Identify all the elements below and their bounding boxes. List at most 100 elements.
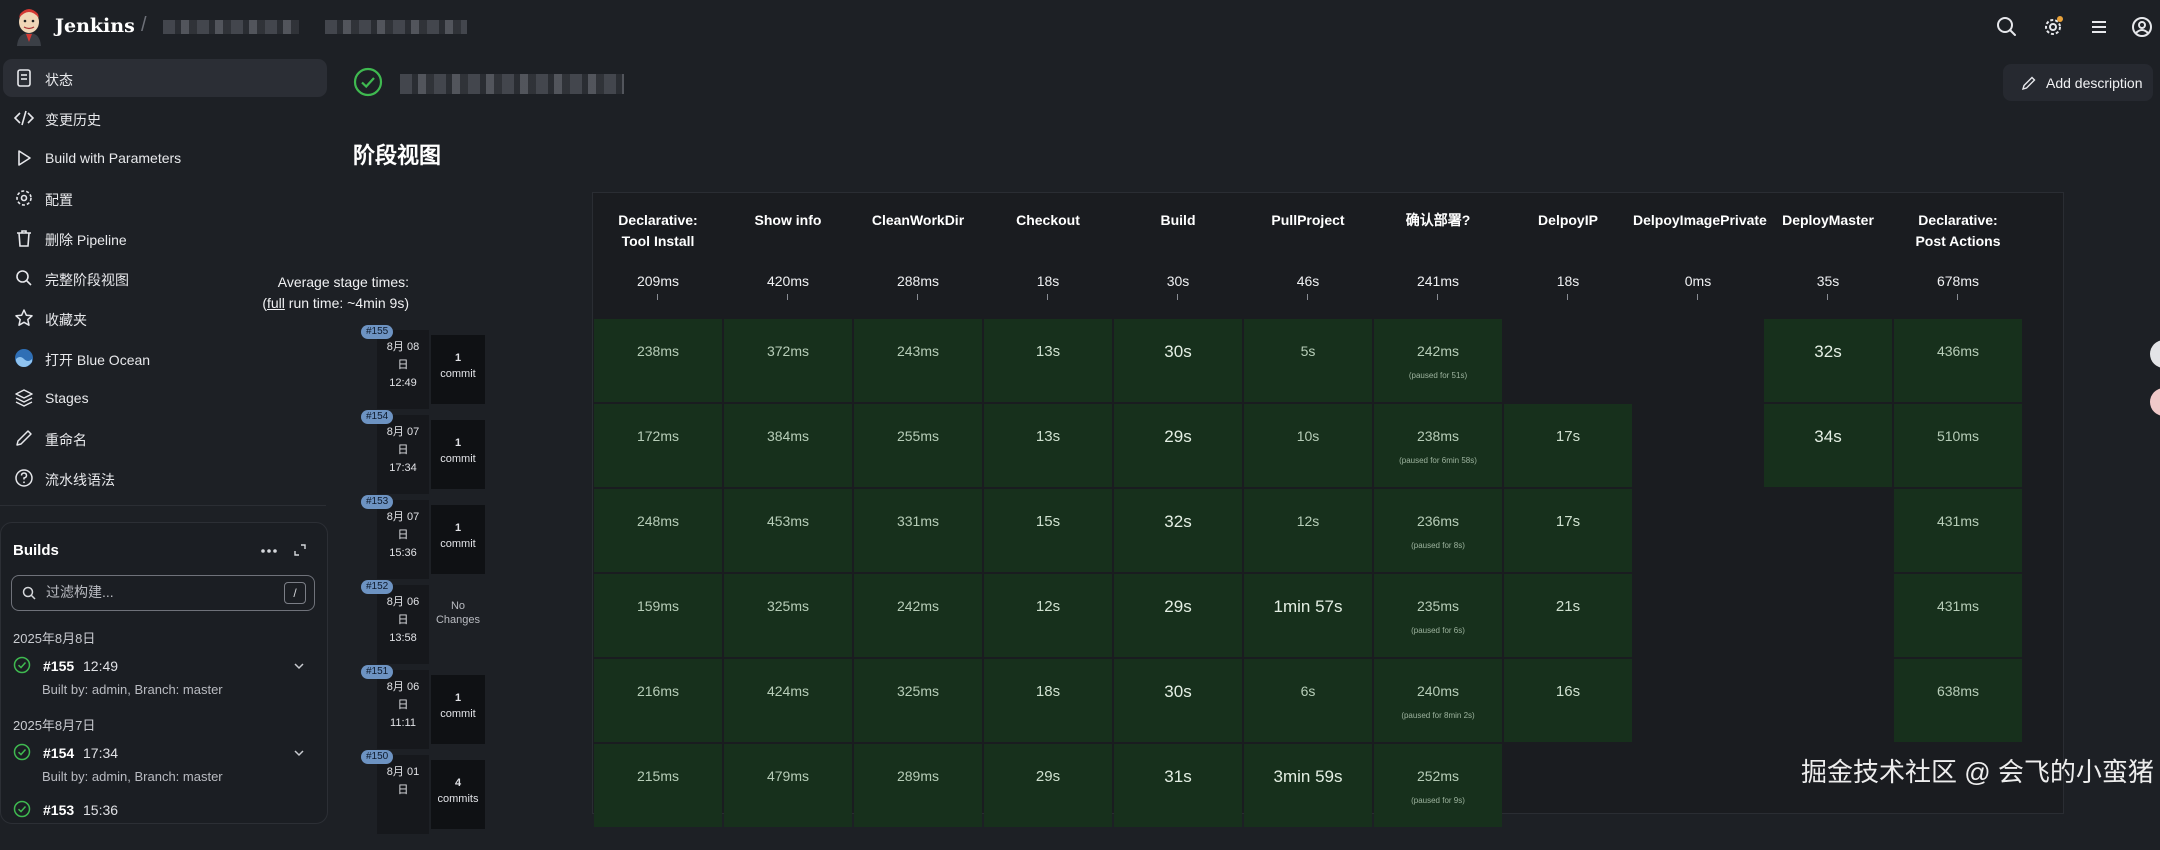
stage-cell[interactable]: 6s [1244, 659, 1372, 742]
add-description-button[interactable]: Add description [2003, 64, 2153, 101]
stage-cell[interactable]: 243ms [854, 319, 982, 402]
stage-cell[interactable]: 255ms [854, 404, 982, 487]
run-badge[interactable]: #154 [361, 410, 394, 424]
chevron-down-icon[interactable] [293, 660, 305, 672]
stage-cell[interactable]: 240ms (paused for 8min 2s) [1374, 659, 1502, 742]
breadcrumb-job-redacted[interactable] [325, 20, 467, 34]
stage-cell[interactable]: 431ms [1894, 574, 2022, 657]
stage-cell[interactable]: 236ms (paused for 8s) [1374, 489, 1502, 572]
stage-cell[interactable]: 30s [1114, 659, 1242, 742]
stage-cell[interactable]: 13s [984, 319, 1112, 402]
sidebar-item-build-with-parameters[interactable]: Build with Parameters [3, 139, 327, 177]
stage-cell[interactable]: 215ms [594, 744, 722, 827]
stage-cell[interactable]: 15s [984, 489, 1112, 572]
sidebar-item-delete-pipeline[interactable]: 删除 Pipeline [3, 219, 327, 257]
sidebar-item-status[interactable]: 状态 [3, 59, 327, 97]
stage-cell[interactable]: 252ms (paused for 9s) [1374, 744, 1502, 827]
stage-cell[interactable]: 238ms (paused for 6min 58s) [1374, 404, 1502, 487]
run-badge[interactable]: #155 [361, 325, 394, 339]
stage-cell[interactable]: 17s [1504, 404, 1632, 487]
stage-cell[interactable]: 479ms [724, 744, 852, 827]
stage-cell[interactable]: 34s [1764, 404, 1892, 487]
stage-cell[interactable]: 238ms [594, 319, 722, 402]
run-changes[interactable]: 1 commit [431, 675, 485, 744]
stage-cell[interactable]: 32s [1764, 319, 1892, 402]
stage-cell[interactable]: 12s [1244, 489, 1372, 572]
stage-cell[interactable]: 235ms (paused for 6s) [1374, 574, 1502, 657]
stage-cell[interactable]: 424ms [724, 659, 852, 742]
stage-cell[interactable]: 10s [1244, 404, 1372, 487]
run-changes[interactable]: 1 commit [431, 335, 485, 404]
sidebar-item-configure[interactable]: 配置 [3, 179, 327, 217]
build-item[interactable]: #155 12:49 Built by: admin, Branch: mast… [13, 656, 313, 706]
builds-filter[interactable]: / [11, 575, 315, 611]
stage-cell[interactable]: 30s [1114, 319, 1242, 402]
chevron-down-icon[interactable] [293, 747, 305, 759]
stage-cell[interactable]: 17s [1504, 489, 1632, 572]
breadcrumb-folder-redacted[interactable] [163, 20, 299, 34]
stage-cell[interactable]: 372ms [724, 319, 852, 402]
sidebar-item-stages[interactable]: Stages [3, 379, 327, 417]
run-badge[interactable]: #153 [361, 495, 394, 509]
stage-cell[interactable]: 29s [1114, 574, 1242, 657]
stage-cell[interactable]: 289ms [854, 744, 982, 827]
stage-cell[interactable]: 431ms [1894, 489, 2022, 572]
build-number[interactable]: #154 [43, 745, 74, 761]
search-icon[interactable] [1993, 13, 2021, 41]
side-scroll-handle[interactable] [2150, 340, 2160, 368]
run-badge[interactable]: #152 [361, 580, 394, 594]
stage-cell[interactable]: 29s [984, 744, 1112, 827]
stage-cell[interactable]: 172ms [594, 404, 722, 487]
stage-cell[interactable]: 21s [1504, 574, 1632, 657]
run-badge[interactable]: #151 [361, 665, 394, 679]
stage-cell[interactable]: 5s [1244, 319, 1372, 402]
menu-icon[interactable] [2085, 13, 2113, 41]
build-item[interactable]: #154 17:34 Built by: admin, Branch: mast… [13, 743, 313, 793]
full-run-link[interactable]: full [267, 295, 285, 311]
stage-cell[interactable]: 13s [984, 404, 1112, 487]
stage-cell[interactable]: 384ms [724, 404, 852, 487]
build-item[interactable]: #153 15:36 [13, 800, 313, 850]
stage-cell[interactable]: 3min 59s [1244, 744, 1372, 827]
more-icon[interactable] [259, 545, 279, 557]
build-number[interactable]: #153 [43, 802, 74, 818]
stage-cell[interactable]: 216ms [594, 659, 722, 742]
sidebar-item-changes[interactable]: 变更历史 [3, 99, 327, 137]
stage-cell[interactable]: 31s [1114, 744, 1242, 827]
stage-cell[interactable]: 331ms [854, 489, 982, 572]
jenkins-logo[interactable] [12, 8, 46, 46]
stage-cell[interactable]: 16s [1504, 659, 1632, 742]
app-name[interactable]: Jenkins [55, 15, 135, 37]
stage-cell[interactable]: 242ms (paused for 51s) [1374, 319, 1502, 402]
side-scroll-handle-2[interactable] [2150, 388, 2160, 416]
stage-cell[interactable]: 436ms [1894, 319, 2022, 402]
run-changes[interactable]: 1 commit [431, 420, 485, 489]
sidebar-item-pipeline-syntax[interactable]: 流水线语法 [3, 459, 327, 497]
stage-cell[interactable]: 242ms [854, 574, 982, 657]
builds-filter-input[interactable] [46, 584, 276, 600]
sidebar-item-blue-ocean[interactable]: 打开 Blue Ocean [3, 339, 327, 377]
sidebar-item-rename[interactable]: 重命名 [3, 419, 327, 457]
column-tick [1697, 294, 1698, 300]
user-icon[interactable] [2128, 13, 2156, 41]
stage-cell[interactable]: 32s [1114, 489, 1242, 572]
stage-cell[interactable]: 510ms [1894, 404, 2022, 487]
stage-cell[interactable]: 29s [1114, 404, 1242, 487]
stage-cell[interactable]: 248ms [594, 489, 722, 572]
stage-cell[interactable]: 453ms [724, 489, 852, 572]
stage-cell[interactable]: 12s [984, 574, 1112, 657]
stage-cell[interactable]: 638ms [1894, 659, 2022, 742]
stage-cell[interactable]: 18s [984, 659, 1112, 742]
stage-cell[interactable]: 159ms [594, 574, 722, 657]
stage-duration: 17s [1555, 428, 1581, 445]
run-changes[interactable]: 4 commits [431, 760, 485, 829]
run-changes[interactable]: 1 commit [431, 505, 485, 574]
run-badge[interactable]: #150 [361, 750, 394, 764]
success-status-icon [353, 67, 383, 97]
gear-icon[interactable] [2039, 13, 2067, 41]
stage-cell[interactable]: 325ms [724, 574, 852, 657]
stage-cell[interactable]: 1min 57s [1244, 574, 1372, 657]
build-number[interactable]: #155 [43, 658, 74, 674]
expand-icon[interactable] [293, 543, 307, 557]
stage-cell[interactable]: 325ms [854, 659, 982, 742]
